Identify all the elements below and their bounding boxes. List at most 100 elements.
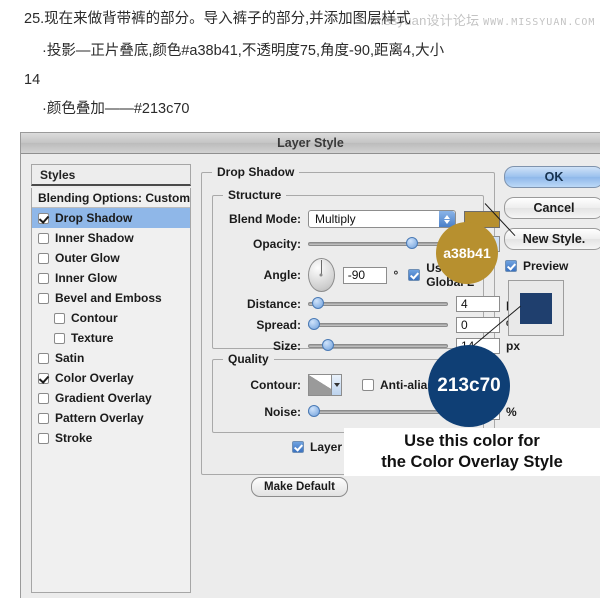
angle-input[interactable]: -90	[342, 266, 388, 284]
angle-value: -90	[347, 268, 366, 282]
preview-checkbox[interactable]	[505, 260, 517, 272]
style-list-item-label: Blending Options: Custom	[38, 190, 190, 205]
style-list-item-contour[interactable]: Contour	[32, 308, 190, 328]
distance-slider-knob[interactable]	[312, 297, 324, 309]
style-list-item-outer-glow[interactable]: Outer Glow	[32, 248, 190, 268]
style-list-item-label: Outer Glow	[55, 251, 120, 265]
style-enable-checkbox[interactable]	[38, 232, 49, 244]
spread-label: Spread:	[256, 318, 301, 332]
make-default-button[interactable]: Make Default	[251, 477, 348, 497]
style-list-item-gradient-overlay[interactable]: Gradient Overlay	[32, 388, 190, 408]
layer-knocks-out-checkbox[interactable]	[292, 441, 304, 453]
make-default-wrapper: Make Default	[251, 477, 348, 497]
spread-value: 0	[461, 318, 468, 332]
contour-row: Contour: Anti-aliased	[219, 374, 448, 396]
angle-dial[interactable]	[308, 258, 335, 292]
style-list-item-bevel-and-emboss[interactable]: Bevel and Emboss	[32, 288, 190, 308]
style-list-item-texture[interactable]: Texture	[32, 328, 190, 348]
watermark-url: WWW.MISSYUAN.COM	[483, 17, 596, 28]
spread-slider-track	[308, 323, 448, 327]
annotation-badge-blue: 213c70	[428, 345, 510, 427]
noise-label: Noise:	[264, 405, 301, 419]
blend-mode-select[interactable]: Multiply	[308, 210, 456, 228]
layer-style-dialog: Layer Style Styles Blending Options: Cus…	[20, 132, 600, 598]
size-slider[interactable]	[308, 339, 448, 353]
noise-slider-track	[308, 410, 448, 414]
style-enable-checkbox[interactable]	[54, 312, 65, 324]
opacity-label: Opacity:	[252, 237, 301, 251]
dialog-title-bar[interactable]: Layer Style	[21, 133, 600, 154]
style-enable-checkbox[interactable]	[38, 352, 49, 364]
angle-label: Angle:	[263, 268, 301, 282]
contour-label: Contour:	[250, 378, 301, 392]
dialog-body: Styles Blending Options: Custom Drop Shad…	[21, 154, 600, 598]
distance-slider-track	[308, 302, 448, 306]
opacity-slider[interactable]	[308, 237, 448, 251]
style-enable-checkbox[interactable]	[38, 392, 49, 404]
dialog-actions-column: OK Cancel New Style. Preview	[504, 166, 600, 336]
style-enable-checkbox[interactable]	[38, 432, 49, 444]
style-list-item-stroke[interactable]: Stroke	[32, 428, 190, 448]
style-list-item-pattern-overlay[interactable]: Pattern Overlay	[32, 408, 190, 428]
style-enable-checkbox[interactable]	[38, 372, 49, 384]
style-list-item-inner-shadow[interactable]: Inner Shadow	[32, 228, 190, 248]
spread-input[interactable]: 0	[456, 317, 500, 333]
style-list-item-color-overlay[interactable]: Color Overlay	[32, 368, 190, 388]
style-list-item-label: Color Overlay	[55, 371, 134, 385]
callout-line-1: Use this color for	[404, 432, 540, 451]
spread-slider[interactable]	[308, 318, 448, 332]
distance-label: Distance:	[246, 297, 301, 311]
style-list-item-blending-options-custom[interactable]: Blending Options: Custom	[32, 188, 190, 208]
style-list-item-label: Pattern Overlay	[55, 411, 144, 425]
style-enable-checkbox[interactable]	[38, 272, 49, 284]
new-style-button[interactable]: New Style.	[504, 228, 600, 250]
noise-slider-knob[interactable]	[308, 405, 320, 417]
annotation-callout: Use this color for the Color Overlay Sty…	[344, 428, 600, 476]
opacity-slider-knob[interactable]	[406, 237, 418, 249]
cancel-button[interactable]: Cancel	[504, 197, 600, 219]
blend-mode-value: Multiply	[315, 212, 356, 226]
style-list-item-label: Inner Shadow	[55, 231, 134, 245]
preview-color-square	[520, 292, 552, 324]
annotation-badge-gold: a38b41	[436, 222, 498, 284]
style-list-item-inner-glow[interactable]: Inner Glow	[32, 268, 190, 288]
tutorial-bullet-drop-shadow: ·投影—正片叠底,颜色#a38b41,不透明度75,角度-90,距离4,大小	[42, 43, 445, 59]
style-list-item-label: Bevel and Emboss	[55, 291, 162, 305]
distance-input[interactable]: 4	[456, 296, 500, 312]
quality-group-label: Quality	[223, 352, 274, 366]
style-list-item-drop-shadow[interactable]: Drop Shadow	[32, 208, 190, 228]
spread-row: Spread: 0 %	[219, 317, 517, 333]
preview-label: Preview	[523, 259, 569, 273]
styles-header-label: Styles	[40, 167, 76, 182]
style-enable-checkbox[interactable]	[38, 252, 49, 264]
style-list-item-label: Satin	[55, 351, 85, 365]
styles-column: Styles Blending Options: Custom Drop Shad…	[31, 164, 191, 593]
size-label: Size:	[272, 339, 301, 353]
style-list-item-label: Texture	[71, 331, 114, 345]
size-unit: px	[506, 339, 521, 353]
angle-unit: °	[393, 268, 399, 282]
style-list-item-label: Stroke	[55, 431, 93, 445]
styles-list[interactable]: Blending Options: Custom Drop Shadow Inner…	[31, 188, 191, 593]
angle-dial-center	[319, 273, 323, 277]
distance-slider[interactable]	[308, 297, 448, 311]
anti-aliased-checkbox[interactable]	[362, 379, 374, 391]
drop-shadow-group-label: Drop Shadow	[212, 165, 300, 179]
spread-slider-knob[interactable]	[308, 318, 320, 330]
style-enable-checkbox[interactable]	[38, 412, 49, 424]
structure-group-label: Structure	[223, 188, 287, 202]
contour-preset-picker[interactable]	[308, 374, 342, 396]
watermark-label: missyuan设计论坛	[370, 13, 480, 28]
noise-slider[interactable]	[308, 405, 448, 419]
chevron-down-icon[interactable]	[331, 375, 341, 395]
style-list-item-satin[interactable]: Satin	[32, 348, 190, 368]
distance-value: 4	[461, 297, 468, 311]
style-enable-checkbox[interactable]	[38, 292, 49, 304]
style-enable-checkbox[interactable]	[38, 212, 49, 224]
noise-unit: %	[506, 405, 517, 419]
style-list-item-label: Contour	[71, 311, 118, 325]
style-enable-checkbox[interactable]	[54, 332, 65, 344]
size-slider-knob[interactable]	[322, 339, 334, 351]
ok-button[interactable]: OK	[504, 166, 600, 188]
use-global-light-checkbox[interactable]	[408, 269, 421, 281]
